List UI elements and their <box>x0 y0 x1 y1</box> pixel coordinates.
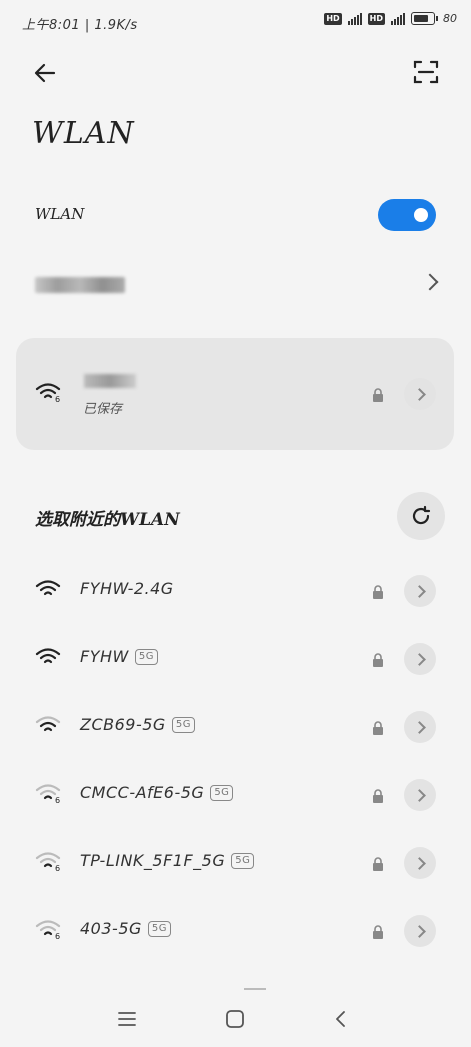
battery-level: 80 <box>443 12 457 25</box>
wifi-icon: 6 <box>35 919 61 943</box>
wifi-icon <box>35 579 61 603</box>
partial-row <box>244 988 266 990</box>
network-detail-button[interactable] <box>404 915 436 947</box>
network-row[interactable]: FYHW-2.4G <box>0 571 471 611</box>
network-row[interactable]: 6 TP-LINK_5F1F_5G 5G <box>0 843 471 883</box>
wlan-toggle[interactable] <box>378 199 436 231</box>
svg-text:6: 6 <box>55 796 60 803</box>
menu-icon[interactable] <box>117 1010 137 1032</box>
network-ssid: 403-5G 5G <box>80 919 172 938</box>
saved-network-detail-button[interactable] <box>404 378 436 410</box>
signal-icon <box>391 12 405 25</box>
network-ssid-text: ZCB69-5G <box>80 715 166 734</box>
network-row[interactable]: ZCB69-5G 5G <box>0 707 471 747</box>
nearby-networks-title: 选取附近的WLAN <box>35 510 180 530</box>
svg-text:6: 6 <box>55 932 60 939</box>
lock-icon <box>372 652 384 671</box>
network-ssid: TP-LINK_5F1F_5G 5G <box>80 851 255 870</box>
network-detail-button[interactable] <box>404 847 436 879</box>
band-badge: 5G <box>134 648 158 665</box>
network-ssid-text: FYHW <box>80 647 129 666</box>
refresh-button[interactable] <box>397 492 445 540</box>
band-badge: 5G <box>210 784 234 801</box>
saved-network-status: 已保存 <box>83 402 123 417</box>
status-icons: HD HD 80 <box>324 12 457 25</box>
wifi-icon <box>35 647 61 671</box>
network-ssid-text: 403-5G <box>80 919 142 938</box>
back-nav-icon[interactable] <box>333 1009 347 1033</box>
hd-icon: HD <box>367 12 385 25</box>
network-ssid: FYHW 5G <box>80 647 158 666</box>
hd-icon: HD <box>324 12 342 25</box>
redacted-setting[interactable] <box>35 277 125 293</box>
band-badge: 5G <box>231 852 255 869</box>
lock-icon <box>372 856 384 875</box>
wifi-icon: 6 <box>35 382 61 406</box>
wifi-icon: 6 <box>35 851 61 875</box>
refresh-icon <box>412 505 431 525</box>
lock-icon <box>372 387 384 406</box>
network-ssid-text: TP-LINK_5F1F_5G <box>80 851 226 870</box>
network-ssid: CMCC-AfE6-5G 5G <box>80 783 234 802</box>
network-detail-button[interactable] <box>404 711 436 743</box>
home-icon[interactable] <box>225 1009 245 1033</box>
page-title: WLAN <box>32 116 135 151</box>
svg-text:6: 6 <box>55 395 60 402</box>
saved-network-ssid <box>84 374 136 388</box>
lock-icon <box>372 788 384 807</box>
wifi-icon: 6 <box>35 783 61 807</box>
lock-icon <box>372 584 384 603</box>
wifi-icon <box>35 715 61 739</box>
network-ssid-text: CMCC-AfE6-5G <box>80 783 205 802</box>
svg-text:6: 6 <box>55 864 60 871</box>
lock-icon <box>372 720 384 739</box>
band-badge: 5G <box>147 920 172 937</box>
network-row[interactable]: FYHW 5G <box>0 639 471 679</box>
network-row[interactable]: 6 403-5G 5G <box>0 911 471 951</box>
network-row[interactable]: 6 CMCC-AfE6-5G 5G <box>0 775 471 815</box>
network-ssid: ZCB69-5G 5G <box>80 715 195 734</box>
network-detail-button[interactable] <box>404 575 436 607</box>
lock-icon <box>372 924 384 943</box>
scan-icon[interactable] <box>413 59 439 89</box>
back-icon[interactable] <box>32 60 58 90</box>
network-detail-button[interactable] <box>404 643 436 675</box>
signal-icon <box>347 12 362 25</box>
network-ssid: FYHW-2.4G <box>80 579 174 598</box>
chevron-right-icon <box>421 273 439 291</box>
wlan-toggle-label: WLAN <box>35 205 85 223</box>
band-badge: 5G <box>171 716 195 733</box>
network-detail-button[interactable] <box>404 779 436 811</box>
saved-network-card[interactable] <box>16 338 454 450</box>
status-time-speed: 上午8:01 | 1.9K/s <box>22 18 138 33</box>
network-ssid-text: FYHW-2.4G <box>80 579 174 598</box>
navigation-bar <box>0 996 471 1047</box>
battery-icon <box>411 12 438 25</box>
